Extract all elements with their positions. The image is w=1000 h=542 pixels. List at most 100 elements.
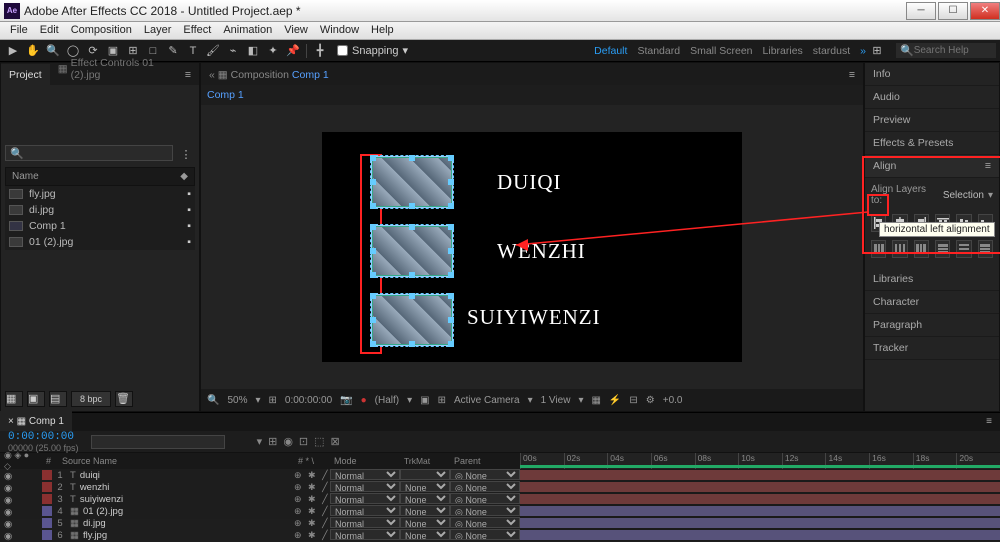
- brainstorm-icon[interactable]: ⊠: [331, 435, 340, 448]
- panel-libraries[interactable]: Libraries: [865, 268, 999, 291]
- timeline-layer-row[interactable]: ◉3Tsuiyiwenzi⊕ ✱ ╱NormalNone◎ None: [0, 493, 520, 505]
- layer-switches[interactable]: ⊕ ✱ ╱: [294, 470, 330, 481]
- window-close-button[interactable]: ✕: [970, 2, 1000, 20]
- visibility-icon[interactable]: ◉: [4, 483, 12, 491]
- distribute-hcenter-button[interactable]: [892, 240, 907, 258]
- frame-blend-icon[interactable]: ⊞: [268, 435, 277, 448]
- align-target-select[interactable]: Selection: [943, 190, 984, 201]
- col-parent[interactable]: Parent: [450, 456, 520, 466]
- trkmat-select[interactable]: None: [400, 529, 450, 540]
- panel-align[interactable]: Align≡: [865, 155, 999, 178]
- col-trkmat[interactable]: TrkMat: [400, 456, 450, 466]
- layer-name[interactable]: Twenzhi: [68, 482, 294, 493]
- hand-tool-icon[interactable]: ✋: [24, 42, 42, 60]
- layer-name[interactable]: ▦di.jpg: [68, 518, 294, 529]
- chevron-down-icon[interactable]: ▾: [407, 395, 412, 406]
- col-source[interactable]: Source Name: [58, 456, 294, 466]
- panel-menu-button[interactable]: ≡: [841, 64, 863, 85]
- chevron-down-icon[interactable]: ▾: [988, 190, 993, 201]
- project-item[interactable]: Comp 1▪: [5, 218, 195, 234]
- layer-switches[interactable]: ⊕ ✱ ╱: [294, 482, 330, 493]
- layer-image-1[interactable]: [372, 157, 452, 207]
- timeline-tab[interactable]: × ▦ Comp 1: [0, 411, 72, 431]
- layer-name[interactable]: ▦fly.jpg: [68, 530, 294, 541]
- lock-icon[interactable]: [26, 495, 34, 503]
- parent-select[interactable]: ◎ None: [450, 505, 520, 516]
- bpc-indicator[interactable]: 8 bpc: [71, 391, 111, 407]
- panel-preview[interactable]: Preview: [865, 109, 999, 132]
- panel-menu-button[interactable]: ≡: [978, 411, 1000, 431]
- puppet-tool-icon[interactable]: 📌: [284, 42, 302, 60]
- comp-breadcrumb[interactable]: Comp 1: [201, 85, 863, 105]
- layer-bar[interactable]: [520, 493, 1000, 505]
- col-visibility[interactable]: ◉ ◈ ● ◇: [0, 450, 42, 472]
- solo-icon[interactable]: [15, 507, 23, 515]
- resolution[interactable]: (Half): [375, 395, 399, 406]
- clone-tool-icon[interactable]: ⌁: [224, 42, 242, 60]
- parent-select[interactable]: ◎ None: [450, 517, 520, 528]
- workspace-standard[interactable]: Standard: [637, 45, 680, 57]
- lock-icon[interactable]: [26, 531, 34, 539]
- search-input[interactable]: [914, 45, 992, 56]
- project-list-header[interactable]: Name ◆: [5, 167, 195, 186]
- panel-character[interactable]: Character: [865, 291, 999, 314]
- layer-name[interactable]: Tsuiyiwenzi: [68, 494, 294, 505]
- trkmat-select[interactable]: None: [400, 517, 450, 528]
- panel-menu-icon[interactable]: ⊞: [868, 42, 886, 60]
- solo-icon[interactable]: [15, 519, 23, 527]
- current-time[interactable]: 0:00:00:00: [285, 395, 332, 406]
- blend-mode-select[interactable]: Normal: [330, 481, 400, 492]
- solo-icon[interactable]: [15, 483, 23, 491]
- lock-icon[interactable]: [26, 483, 34, 491]
- res-auto-icon[interactable]: ⊞: [269, 395, 277, 406]
- menu-help[interactable]: Help: [365, 22, 400, 39]
- timeline-layer-row[interactable]: ◉2Twenzhi⊕ ✱ ╱NormalNone◎ None: [0, 481, 520, 493]
- lock-icon[interactable]: [26, 519, 34, 527]
- layer-name[interactable]: ▦01 (2).jpg: [68, 506, 294, 517]
- blend-mode-select[interactable]: Normal: [330, 529, 400, 540]
- text-layer-3[interactable]: SUIYIWENZI: [467, 305, 601, 330]
- lock-icon[interactable]: [26, 507, 34, 515]
- project-filter-icon[interactable]: ⋮: [177, 145, 195, 163]
- distribute-right-button[interactable]: [914, 240, 929, 258]
- project-item[interactable]: 01 (2).jpg▪: [5, 234, 195, 250]
- chevron-down-icon[interactable]: ▾: [578, 395, 583, 406]
- blend-mode-select[interactable]: Normal: [330, 517, 400, 528]
- panel-effects-presets[interactable]: Effects & Presets: [865, 132, 999, 155]
- parent-select[interactable]: ◎ None: [450, 529, 520, 540]
- draft-3d-icon[interactable]: ⬚: [314, 435, 324, 448]
- exposure[interactable]: +0.0: [663, 395, 683, 406]
- selection-tool-icon[interactable]: ▶: [4, 42, 22, 60]
- menu-file[interactable]: File: [4, 22, 34, 39]
- camera-select[interactable]: Active Camera: [454, 395, 520, 406]
- layer-switches[interactable]: ⊕ ✱ ╱: [294, 494, 330, 505]
- new-comp-icon[interactable]: ▤: [49, 391, 67, 407]
- layer-switches[interactable]: ⊕ ✱ ╱: [294, 506, 330, 517]
- col-switches[interactable]: # * \: [294, 456, 330, 466]
- visibility-icon[interactable]: ◉: [4, 531, 12, 539]
- timeline-search-input[interactable]: [91, 435, 225, 449]
- distribute-vcenter-button[interactable]: [956, 240, 971, 258]
- panel-info[interactable]: Info: [865, 63, 999, 86]
- graph-editor-icon[interactable]: ⊡: [299, 435, 308, 448]
- window-maximize-button[interactable]: ☐: [938, 2, 968, 20]
- brush-tool-icon[interactable]: 🖌: [204, 42, 222, 60]
- workspace-default[interactable]: Default: [594, 45, 627, 57]
- distribute-left-button[interactable]: [871, 240, 886, 258]
- label-color[interactable]: [42, 518, 52, 528]
- snapping-checkbox[interactable]: [337, 45, 348, 56]
- text-layer-1[interactable]: DUIQI: [497, 170, 561, 195]
- panel-audio[interactable]: Audio: [865, 86, 999, 109]
- channel-icon[interactable]: ●: [361, 395, 367, 406]
- tab-project[interactable]: Project: [1, 64, 50, 85]
- canvas[interactable]: DUIQI WENZHI SUIYIWENZI: [322, 132, 742, 362]
- label-color[interactable]: [42, 482, 52, 492]
- layer-bar[interactable]: [520, 529, 1000, 541]
- view-count[interactable]: 1 View: [541, 395, 571, 406]
- blend-mode-select[interactable]: Normal: [330, 493, 400, 504]
- local-axis-icon[interactable]: ╋: [311, 42, 329, 60]
- sort-icon[interactable]: ◆: [180, 171, 188, 182]
- panel-tracker[interactable]: Tracker: [865, 337, 999, 360]
- snapping-options-icon[interactable]: ▾: [403, 44, 409, 57]
- visibility-icon[interactable]: ◉: [4, 495, 12, 503]
